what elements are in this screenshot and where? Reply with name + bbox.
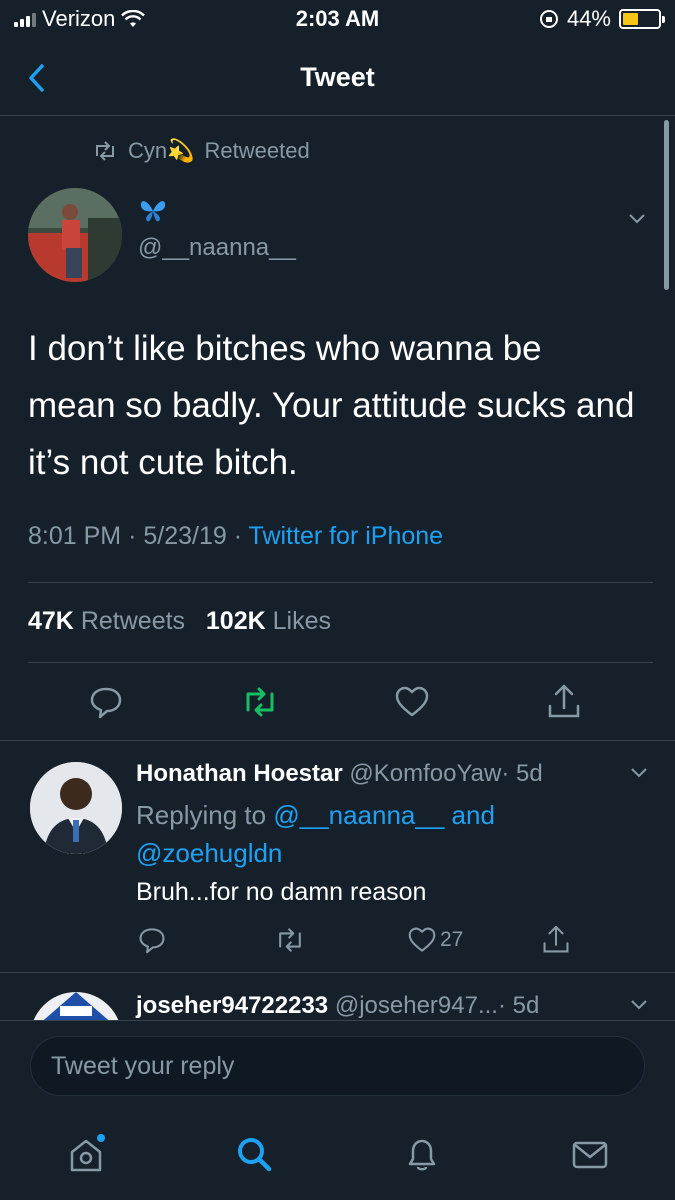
chevron-down-icon[interactable]: [626, 992, 652, 1018]
author-handle[interactable]: @__naanna__: [138, 234, 296, 262]
divider: [0, 740, 675, 741]
likes-label: Likes: [272, 607, 331, 635]
replying-to: Replying to @__naanna__ and @zoehugldn: [136, 796, 616, 872]
retweets-label: Retweets: [80, 607, 186, 635]
like-icon[interactable]: [404, 922, 440, 958]
author-display-name[interactable]: [138, 198, 168, 229]
tweet-source-link[interactable]: Twitter for iPhone: [249, 522, 444, 550]
reply-actions: 27: [0, 922, 675, 962]
reply-author-name[interactable]: Honathan Hoestar: [136, 760, 343, 787]
butterfly-emoji-icon: [140, 201, 166, 222]
reply-input[interactable]: [31, 1037, 644, 1095]
mention-link[interactable]: @__naanna__: [273, 800, 444, 830]
mail-icon[interactable]: [568, 1132, 612, 1176]
separator: ·: [233, 522, 243, 550]
avatar[interactable]: [30, 992, 122, 1020]
reply-age: · 5d: [501, 760, 543, 787]
tweet-text: I don’t like bitches who wanna be mean s…: [28, 329, 635, 482]
reply-header: Honathan Hoestar @KomfooYaw· 5d: [136, 760, 543, 788]
retweets-count: 47K: [28, 607, 74, 635]
tweet-stats: 47K Retweets 102K Likes: [28, 607, 331, 636]
retweet-icon[interactable]: [272, 922, 308, 958]
retweeted-label: Retweeted: [204, 138, 310, 163]
replying-prefix: Replying to: [136, 800, 267, 830]
tweet-time: 8:01 PM: [28, 522, 122, 550]
reply-item-clipped: joseher94722233 @joseher947...· 5d: [0, 980, 675, 1020]
divider: [28, 662, 653, 663]
battery-icon: [619, 9, 665, 29]
retweeter-name-text[interactable]: Cyn: [128, 138, 167, 163]
reply-compose[interactable]: [30, 1036, 645, 1096]
divider: [28, 582, 653, 583]
reply-author-name[interactable]: joseher94722233: [136, 992, 328, 1019]
share-icon[interactable]: [538, 922, 574, 958]
reply-text: Bruh...for no damn reason: [136, 878, 427, 906]
page-title: Tweet: [300, 62, 375, 92]
chevron-down-icon[interactable]: [624, 206, 650, 232]
retweeted-by: Cyn💫 Retweeted: [92, 138, 310, 164]
retweet-icon[interactable]: [238, 680, 282, 724]
avatar[interactable]: [28, 188, 122, 282]
likes-stat[interactable]: 102K Likes: [206, 607, 331, 635]
battery-percent: 44%: [566, 6, 611, 31]
retweeter-name[interactable]: Cyn💫: [128, 138, 195, 164]
bell-icon[interactable]: [400, 1132, 444, 1176]
tweet-date: 5/23/19: [143, 522, 227, 550]
divider: [0, 972, 675, 973]
status-bar: Verizon 2:03 AM 44%: [0, 0, 675, 40]
retweets-stat[interactable]: 47K Retweets: [28, 607, 185, 635]
nav-bar: Tweet: [0, 44, 675, 116]
mention-link[interactable]: @zoehugldn: [136, 838, 282, 868]
reply-like-count: 27: [440, 928, 464, 951]
chevron-down-icon[interactable]: [626, 760, 652, 786]
search-icon[interactable]: [232, 1132, 276, 1176]
reply-icon[interactable]: [134, 922, 170, 958]
tweet-actions: [0, 680, 675, 724]
reply-author-handle[interactable]: @joseher947...: [335, 992, 498, 1019]
orientation-lock-icon: [539, 10, 558, 28]
share-icon[interactable]: [542, 680, 586, 724]
reply-age: · 5d: [497, 992, 540, 1019]
avatar[interactable]: [30, 762, 122, 854]
reply-header: joseher94722233 @joseher947...· 5d: [136, 992, 539, 1020]
reply-author-handle[interactable]: @KomfooYaw: [349, 760, 501, 787]
likes-count: 102K: [205, 607, 266, 635]
dizzy-emoji: 💫: [167, 138, 195, 163]
tweet-meta: 8:01 PM · 5/23/19 · Twitter for iPhone: [28, 522, 443, 551]
retweet-icon: [96, 141, 114, 161]
home-icon[interactable]: [64, 1132, 108, 1176]
replying-and-link[interactable]: and: [452, 800, 495, 830]
scrollbar[interactable]: [664, 120, 669, 290]
reply-icon[interactable]: [84, 680, 128, 724]
separator: ·: [128, 522, 137, 550]
like-icon[interactable]: [390, 680, 434, 724]
status-right: 44%: [539, 6, 665, 32]
